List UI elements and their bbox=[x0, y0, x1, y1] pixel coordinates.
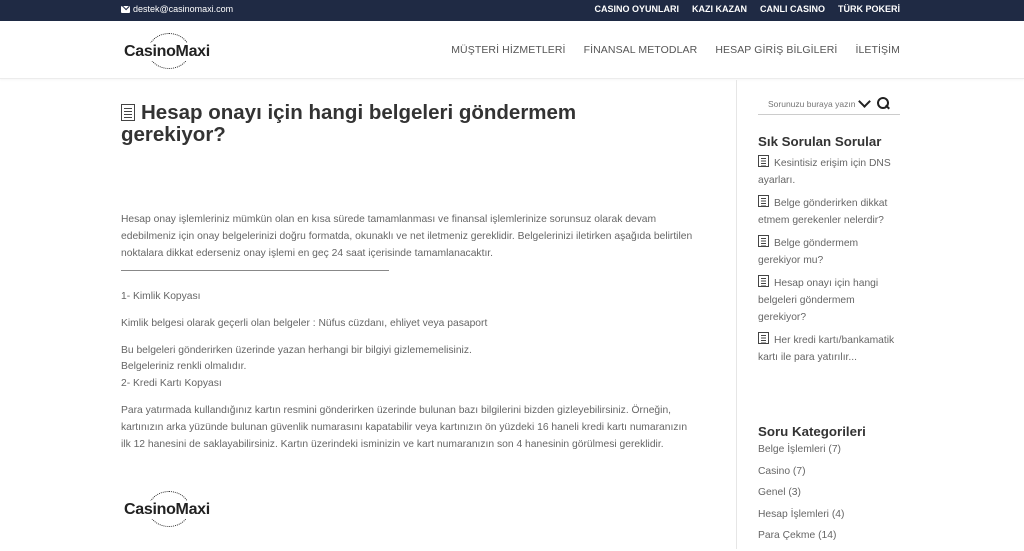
footer-logo[interactable]: CasinoMaxi bbox=[123, 491, 215, 527]
nav-hesap-giris-bilgileri[interactable]: HESAP GİRİŞ BİLGİLERİ bbox=[715, 44, 837, 56]
page-title: Hesap onayı için hangi belgeleri gönderm… bbox=[121, 102, 641, 146]
email-text[interactable]: destek@casinomaxi.com bbox=[133, 4, 233, 14]
search-input[interactable] bbox=[758, 98, 856, 109]
sidebar-divider bbox=[736, 80, 737, 549]
footer-logo-text: CasinoMaxi bbox=[123, 501, 211, 519]
section-1-note-1: Bu belgeleri gönderirken üzerinde yazan … bbox=[121, 345, 472, 356]
section-1-note-2: Belgeleriniz renkli olmalıdır. bbox=[121, 361, 247, 372]
chevron-down-icon[interactable] bbox=[858, 97, 872, 111]
nav-finansal-metodlar[interactable]: FİNANSAL METODLAR bbox=[584, 44, 698, 56]
category-item[interactable]: Genel (3) bbox=[758, 486, 844, 500]
faq-item-label[interactable]: Her kredi kartı/bankamatik kartı ile par… bbox=[758, 335, 894, 363]
top-link-casino-oyunlari[interactable]: CASINO OYUNLARI bbox=[594, 4, 679, 14]
document-icon bbox=[758, 195, 769, 207]
category-item[interactable]: Para Çekme (14) bbox=[758, 529, 844, 543]
faq-item[interactable]: Belge göndermem gerekiyor mu? bbox=[758, 235, 903, 269]
section-1-body: Kimlik belgesi olarak geçerli olan belge… bbox=[121, 318, 488, 329]
mail-icon bbox=[121, 5, 130, 13]
faq-heading: Sık Sorulan Sorular bbox=[758, 134, 882, 149]
article-intro: Hesap onay işlemleriniz mümkün olan en k… bbox=[121, 214, 693, 259]
faq-item[interactable]: Belge gönderirken dikkat etmem gerekenle… bbox=[758, 195, 903, 229]
faq-item[interactable]: Hesap onayı için hangi belgeleri gönderm… bbox=[758, 275, 903, 326]
faq-list: Kesintisiz erişim için DNS ayarları. Bel… bbox=[758, 155, 903, 372]
faq-item[interactable]: Her kredi kartı/bankamatik kartı ile par… bbox=[758, 332, 903, 366]
site-header: CasinoMaxi MÜŞTERİ HİZMETLERİ FİNANSAL M… bbox=[0, 21, 1024, 79]
faq-item-label[interactable]: Belge gönderirken dikkat etmem gerekenle… bbox=[758, 198, 887, 226]
faq-item-label[interactable]: Hesap onayı için hangi belgeleri gönderm… bbox=[758, 278, 878, 323]
site-logo[interactable]: CasinoMaxi bbox=[123, 33, 215, 69]
page-title-text: Hesap onayı için hangi belgeleri gönderm… bbox=[121, 101, 577, 146]
categories-list: Belge İşlemleri (7) Casino (7) Genel (3)… bbox=[758, 443, 844, 551]
top-bar: destek@casinomaxi.com CASINO OYUNLARI KA… bbox=[0, 0, 1024, 21]
document-icon bbox=[121, 104, 135, 121]
contact-email[interactable]: destek@casinomaxi.com bbox=[121, 4, 233, 14]
search-box bbox=[758, 93, 900, 115]
section-2-title: 2- Kredi Kartı Kopyası bbox=[121, 378, 222, 389]
nav-musteri-hizmetleri[interactable]: MÜŞTERİ HİZMETLERİ bbox=[451, 44, 565, 56]
category-item[interactable]: Casino (7) bbox=[758, 465, 844, 479]
search-icon[interactable] bbox=[876, 96, 890, 111]
category-item[interactable]: Belge İşlemleri (7) bbox=[758, 443, 844, 457]
faq-item[interactable]: Kesintisiz erişim için DNS ayarları. bbox=[758, 155, 903, 189]
top-links: CASINO OYUNLARI KAZI KAZAN CANLI CASINO … bbox=[594, 4, 900, 14]
nav-iletisim[interactable]: İLETİŞİM bbox=[855, 44, 900, 56]
document-icon bbox=[758, 275, 769, 287]
top-link-turk-pokeri[interactable]: TÜRK POKERİ bbox=[838, 4, 900, 14]
section-1-title: 1- Kimlik Kopyası bbox=[121, 291, 201, 302]
category-item[interactable]: Hesap İşlemleri (4) bbox=[758, 508, 844, 522]
divider-line bbox=[121, 270, 389, 271]
faq-item-label[interactable]: Kesintisiz erişim için DNS ayarları. bbox=[758, 158, 891, 186]
document-icon bbox=[758, 235, 769, 247]
main-nav: MÜŞTERİ HİZMETLERİ FİNANSAL METODLAR HES… bbox=[451, 44, 900, 56]
logo-text: CasinoMaxi bbox=[123, 43, 211, 61]
top-link-canli-casino[interactable]: CANLI CASINO bbox=[760, 4, 825, 14]
section-2-body: Para yatırmada kullandığınız kartın resm… bbox=[121, 405, 688, 450]
top-link-kazi-kazan[interactable]: KAZI KAZAN bbox=[692, 4, 747, 14]
document-icon bbox=[758, 332, 769, 344]
faq-item-label[interactable]: Belge göndermem gerekiyor mu? bbox=[758, 238, 858, 266]
document-icon bbox=[758, 155, 769, 167]
categories-heading: Soru Kategorileri bbox=[758, 424, 866, 439]
